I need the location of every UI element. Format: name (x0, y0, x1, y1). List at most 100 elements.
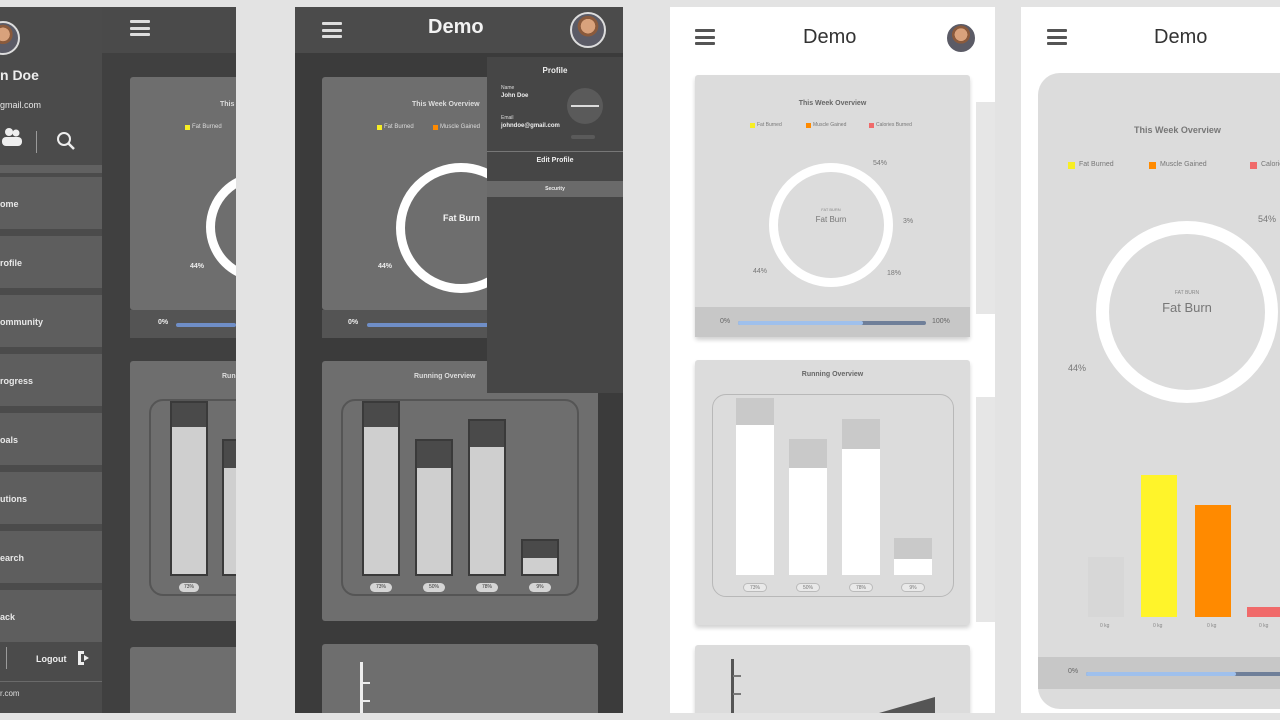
donut-label-left: 44% (1068, 363, 1087, 373)
security-label: Security (545, 186, 565, 192)
legend-swatch (869, 123, 874, 128)
sidebar-item-home[interactable]: ome (0, 177, 102, 229)
chart-area (879, 697, 935, 713)
sidebar-item-label: rogress (0, 376, 34, 386)
name-label: Name (501, 85, 515, 91)
legend-swatch (377, 125, 382, 130)
donut-label-left: 44% (753, 268, 768, 275)
progress-end-label: 100% (932, 318, 950, 325)
bar-label: 50% (796, 583, 820, 592)
profile-screen: Demo This Week Overview Fat Burned Muscl… (295, 7, 623, 713)
bar-label: 0 kg (1207, 623, 1217, 629)
sidebar-drawer: n Doe gmail.com ome rofile ommunity rogr… (0, 7, 102, 713)
donut-center-sub: FAT BURN (821, 207, 841, 212)
app-header (102, 7, 236, 53)
legend-label: Muscle Gained (1160, 161, 1207, 168)
overview-bar (1088, 557, 1124, 617)
running-bar-fill (894, 559, 932, 575)
chart-tick (733, 693, 741, 695)
bar-label: 9% (901, 583, 925, 592)
divider (0, 165, 102, 173)
donut-label-left: 44% (378, 263, 393, 270)
running-card: Running Overview 73% (130, 361, 236, 621)
sidebar-item-feedback[interactable]: ack (0, 590, 102, 642)
search-icon[interactable] (56, 131, 76, 151)
running-bar (842, 419, 880, 575)
avatar[interactable] (570, 12, 606, 48)
running-bar-fill (842, 449, 880, 575)
divider (0, 681, 102, 682)
tablet-dashboard-screen: Demo This Week Overview Fat Burned Muscl… (1021, 7, 1280, 713)
running-title: Running Overview (801, 371, 864, 378)
sidebar-item-goals[interactable]: oals (0, 413, 102, 465)
card-peek (976, 102, 995, 314)
overview-title: This Week Overview (1134, 125, 1221, 135)
chart-tick (362, 682, 370, 684)
chart-card (695, 645, 970, 713)
legend-label: Fat Burned (192, 124, 222, 130)
avatar[interactable] (0, 21, 20, 55)
chart-tick (362, 700, 370, 702)
sidebar-item-label: ome (0, 199, 19, 209)
avatar[interactable] (945, 22, 977, 54)
sidebar-item-profile[interactable]: rofile (0, 236, 102, 288)
sidebar-item-label: utions (0, 494, 27, 504)
sidebar-item-community[interactable]: ommunity (0, 295, 102, 347)
sidebar-item-label: rofile (0, 258, 23, 268)
logout-button[interactable]: Logout (36, 654, 67, 664)
legend-label: Fat Burned (384, 124, 414, 130)
running-title: Running Overview (414, 373, 476, 380)
bar-label: 50% (423, 583, 445, 592)
running-bar (894, 538, 932, 575)
profile-dropdown: Profile Name John Doe Email johndoe@gmai… (487, 57, 623, 393)
photo-placeholder (571, 105, 599, 107)
sidebar-item-solutions[interactable]: utions (0, 472, 102, 524)
bar-label: 78% (476, 583, 498, 592)
app-title: Demo (428, 16, 484, 38)
profile-photo[interactable] (567, 88, 603, 124)
progress-start-label: 0% (348, 319, 359, 326)
bar-label: 0 kg (1153, 623, 1163, 629)
card-peek (976, 397, 995, 622)
running-bar (468, 419, 506, 576)
community-icon[interactable] (0, 127, 22, 147)
name-value: John Doe (501, 93, 529, 99)
donut-ring (769, 163, 893, 287)
chart-tick (733, 675, 741, 677)
overview-card: This Week Overview Fat Burned Muscle Gai… (695, 75, 970, 337)
sidebar-item-label: ack (0, 612, 16, 622)
running-bar-fill (470, 447, 504, 574)
bar-label: 0 kg (1259, 623, 1269, 629)
user-email: gmail.com (0, 100, 42, 110)
legend-label: Fat Burned (757, 122, 782, 128)
running-bar-fill (523, 558, 557, 574)
running-bar-fill (172, 427, 206, 574)
legend-swatch (433, 125, 438, 130)
sidebar-item-label: ommunity (0, 317, 44, 327)
logout-icon[interactable] (76, 650, 92, 666)
hamburger-menu-icon[interactable] (1047, 29, 1067, 45)
hamburger-menu-icon[interactable] (130, 20, 150, 36)
user-name: n Doe (0, 67, 39, 83)
sidebar-screen: n Doe gmail.com ome rofile ommunity rogr… (0, 7, 236, 713)
sidebar-item-search[interactable]: earch (0, 531, 102, 583)
hamburger-menu-icon[interactable] (695, 29, 715, 45)
edit-profile-button[interactable]: Edit Profile (487, 157, 623, 164)
bar-label: 73% (370, 583, 392, 592)
divider (487, 151, 623, 152)
chart-axis (360, 662, 363, 713)
running-card: Running Overview 73% 50% 78% 9% (695, 360, 970, 625)
donut-center-label: Fat Burn (443, 213, 480, 223)
hamburger-menu-icon[interactable] (322, 22, 342, 38)
legend-label: Calories Burned (876, 122, 912, 128)
divider (6, 647, 7, 669)
security-item[interactable]: Security (487, 181, 623, 197)
donut-label-left: 44% (190, 263, 205, 270)
overview-bar (1247, 607, 1280, 617)
running-bar-fill (224, 468, 236, 574)
bar-label: 0 kg (1100, 623, 1110, 629)
sidebar-item-progress[interactable]: rogress (0, 354, 102, 406)
bar-label: 73% (179, 583, 199, 592)
running-bar (736, 398, 774, 575)
overview-footer: 0% (130, 310, 236, 338)
